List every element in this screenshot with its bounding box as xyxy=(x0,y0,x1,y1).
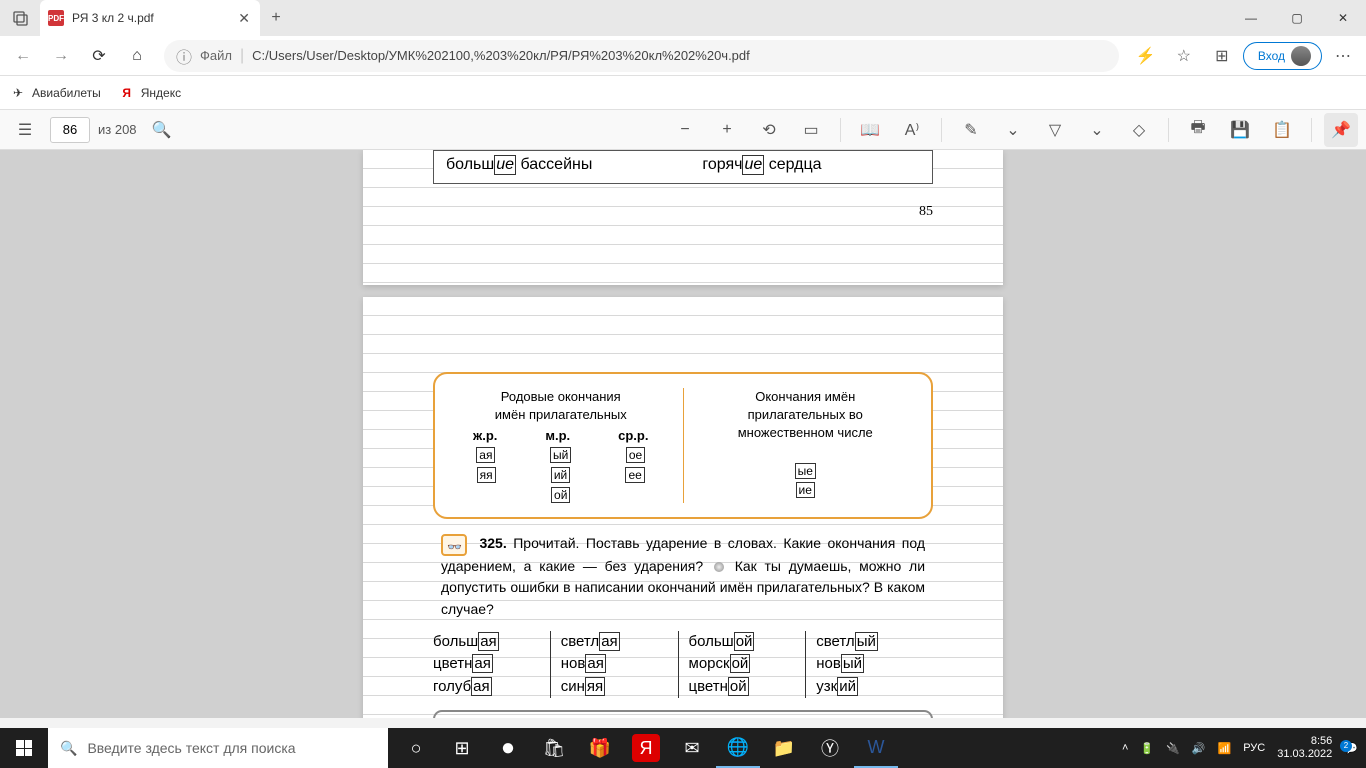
start-button[interactable] xyxy=(0,728,48,768)
login-label: Вход xyxy=(1258,49,1285,63)
maximize-button[interactable]: ▢ xyxy=(1274,0,1320,36)
addressbar: ← → ⟳ ⌂ ⓘ Файл | C:/Users/User/Desktop/У… xyxy=(0,36,1366,76)
taskbar-search[interactable]: 🔍 Введите здесь текст для поиска xyxy=(48,728,388,768)
forward-button[interactable]: → xyxy=(44,39,78,73)
windows-icon xyxy=(16,740,32,756)
tray-chevron-icon[interactable]: ˄ xyxy=(1122,742,1128,754)
read-aloud-icon[interactable]: ⚡ xyxy=(1129,39,1163,73)
refresh-button[interactable]: ⟳ xyxy=(82,39,116,73)
explorer-icon[interactable]: 📁 xyxy=(762,728,806,768)
pdf-page-86: Родовые окончанияимён прилагательных ж.р… xyxy=(363,297,1003,718)
page-total: из 208 xyxy=(98,122,137,137)
titlebar: PDF РЯ 3 кл 2 ч.pdf ✕ + — ▢ ✕ xyxy=(0,0,1366,36)
page-number: 85 xyxy=(433,204,933,220)
url-text: C:/Users/User/Desktop/УМК%202100,%203%20… xyxy=(252,48,750,63)
minimize-button[interactable]: — xyxy=(1228,0,1274,36)
bookmark-label: Яндекс xyxy=(141,86,181,100)
taskbar: 🔍 Введите здесь текст для поиска ○ ⊞ ● 🛍… xyxy=(0,728,1366,768)
exercise-325: 325. Прочитай. Поставь ударение в словах… xyxy=(433,533,933,620)
collections-icon[interactable]: ⊞ xyxy=(1205,39,1239,73)
word-icon[interactable]: W xyxy=(854,728,898,768)
wifi-icon[interactable]: 📶 xyxy=(1218,742,1232,755)
yandex-icon: Я xyxy=(119,85,135,101)
system-tray: ˄ 🔋 🔌 🔊 📶 РУС 8:56 31.03.2022 💬2 xyxy=(1122,728,1366,768)
disc-icon xyxy=(714,562,724,572)
menu-icon[interactable]: ⋯ xyxy=(1326,39,1360,73)
pdf-page-85: большие бассейны горячие сердца 85 xyxy=(363,150,1003,285)
close-window-button[interactable]: ✕ xyxy=(1320,0,1366,36)
page-number-input[interactable] xyxy=(50,117,90,143)
battery-icon[interactable]: 🔋 xyxy=(1140,742,1154,755)
pdf-viewport[interactable]: большие бассейны горячие сердца 85 Родов… xyxy=(0,150,1366,718)
search-icon[interactable]: 🔍 xyxy=(145,113,179,147)
save-icon[interactable]: 💾 xyxy=(1223,113,1257,147)
glasses-icon xyxy=(441,534,467,556)
volume-icon[interactable]: 🔊 xyxy=(1192,742,1206,755)
mail-icon[interactable]: ✉ xyxy=(670,728,714,768)
zoom-in-icon[interactable]: + xyxy=(710,113,744,147)
home-button[interactable]: ⌂ xyxy=(120,39,154,73)
clock[interactable]: 8:56 31.03.2022 xyxy=(1277,735,1332,761)
highlight-dropdown-icon[interactable]: ⌄ xyxy=(1080,113,1114,147)
favorites-icon[interactable]: ☆ xyxy=(1167,39,1201,73)
bookmark-yandex[interactable]: Я Яндекс xyxy=(119,85,181,101)
pin-icon[interactable]: 📌 xyxy=(1324,113,1358,147)
info-icon[interactable]: ⓘ xyxy=(176,44,192,68)
contents-icon[interactable]: ☰ xyxy=(8,113,42,147)
draw-dropdown-icon[interactable]: ⌄ xyxy=(996,113,1030,147)
login-button[interactable]: Вход xyxy=(1243,42,1322,70)
bookmarks-bar: ✈ Авиабилеты Я Яндекс xyxy=(0,76,1366,110)
new-tab-button[interactable]: + xyxy=(260,9,292,27)
search-placeholder: Введите здесь текст для поиска xyxy=(87,740,295,756)
save-as-icon[interactable]: 📋 xyxy=(1265,113,1299,147)
pdf-file-icon: PDF xyxy=(48,10,64,26)
bookmark-aviabilets[interactable]: ✈ Авиабилеты xyxy=(10,85,101,101)
yandex-browser-icon[interactable]: ● xyxy=(486,728,530,768)
bookmark-label: Авиабилеты xyxy=(32,86,101,100)
grammar-rule-box: Родовые окончанияимён прилагательных ж.р… xyxy=(433,372,933,519)
erase-icon[interactable]: ◇ xyxy=(1122,113,1156,147)
tab-actions-icon[interactable] xyxy=(0,10,40,26)
read-aloud-icon[interactable]: A⁾ xyxy=(895,113,929,147)
plane-icon: ✈ xyxy=(10,85,26,101)
file-label: Файл xyxy=(200,48,232,63)
print-icon[interactable]: 🖶 xyxy=(1181,113,1215,147)
yandex-icon[interactable]: Я xyxy=(632,734,660,762)
cortana-icon[interactable]: ○ xyxy=(394,728,438,768)
edge-icon[interactable]: 🌐 xyxy=(716,728,760,768)
window-controls: — ▢ ✕ xyxy=(1228,0,1366,36)
gift-icon[interactable]: 🎁 xyxy=(578,728,622,768)
language-indicator[interactable]: РУС xyxy=(1243,742,1265,754)
tab-title: РЯ 3 кл 2 ч.pdf xyxy=(72,11,230,25)
notifications-icon[interactable]: 💬2 xyxy=(1344,742,1358,755)
back-button[interactable]: ← xyxy=(6,39,40,73)
pdf-toolbar: ☰ из 208 🔍 − + ⟲ ▭ 📖 A⁾ ✎ ⌄ ▽ ⌄ ◇ 🖶 💾 📋 … xyxy=(0,110,1366,150)
url-box[interactable]: ⓘ Файл | C:/Users/User/Desktop/УМК%20210… xyxy=(164,40,1119,72)
search-icon: 🔍 xyxy=(60,740,77,757)
avatar xyxy=(1291,46,1311,66)
fit-page-icon[interactable]: ▭ xyxy=(794,113,828,147)
browser-tab[interactable]: PDF РЯ 3 кл 2 ч.pdf ✕ xyxy=(40,0,260,36)
yandex-launcher-icon[interactable]: Ⓨ xyxy=(808,728,852,768)
draw-icon[interactable]: ✎ xyxy=(954,113,988,147)
highlight-icon[interactable]: ▽ xyxy=(1038,113,1072,147)
page-view-icon[interactable]: 📖 xyxy=(853,113,887,147)
url-separator: | xyxy=(240,47,244,65)
word-table: большая цветная голубая светлая новая си… xyxy=(433,631,933,699)
zoom-out-icon[interactable]: − xyxy=(668,113,702,147)
power-icon[interactable]: 🔌 xyxy=(1166,742,1180,755)
store-icon[interactable]: 🛍 xyxy=(532,728,576,768)
rotate-icon[interactable]: ⟲ xyxy=(752,113,786,147)
close-tab-icon[interactable]: ✕ xyxy=(238,10,250,27)
task-view-icon[interactable]: ⊞ xyxy=(440,728,484,768)
